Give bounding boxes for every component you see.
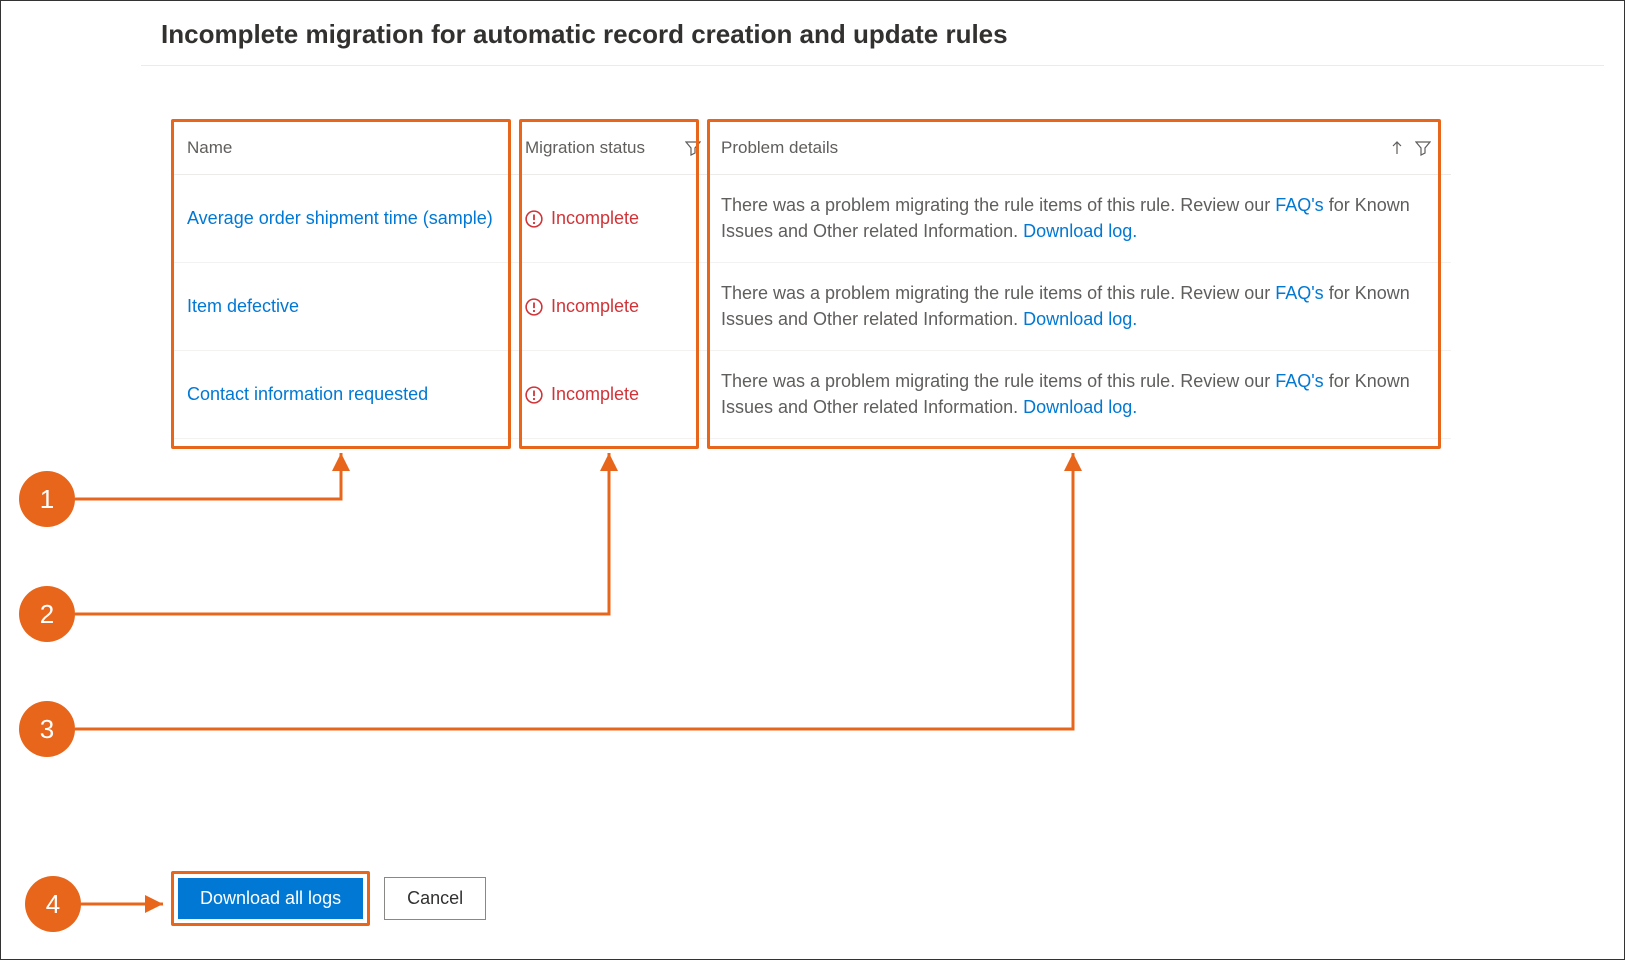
download-log-link[interactable]: Download log.: [1023, 221, 1137, 241]
table-header: Name Migration status Problem details: [171, 121, 1451, 175]
faq-link[interactable]: FAQ's: [1275, 195, 1323, 215]
sort-up-icon[interactable]: [1389, 140, 1405, 156]
rule-name-link[interactable]: Contact information requested: [187, 384, 428, 405]
status-text: Incomplete: [551, 384, 639, 405]
col-header-name[interactable]: Name: [187, 138, 232, 158]
detail-text: There was a problem migrating the rule i…: [721, 195, 1275, 215]
faq-link[interactable]: FAQ's: [1275, 371, 1323, 391]
callout-badge-3: 3: [19, 701, 75, 757]
detail-text: There was a problem migrating the rule i…: [721, 371, 1275, 391]
table-row: Item defective Incomplete There was a pr…: [171, 263, 1451, 351]
callout-badge-4: 4: [25, 876, 81, 932]
download-log-link[interactable]: Download log.: [1023, 309, 1137, 329]
rule-name-link[interactable]: Item defective: [187, 296, 299, 317]
migration-table: Name Migration status Problem details Av…: [171, 121, 1451, 439]
rule-name-link[interactable]: Average order shipment time (sample): [187, 208, 493, 229]
status-text: Incomplete: [551, 296, 639, 317]
col-header-details[interactable]: Problem details: [721, 138, 838, 158]
table-row: Contact information requested Incomplete…: [171, 351, 1451, 439]
page-title: Incomplete migration for automatic recor…: [161, 19, 1008, 50]
filter-icon[interactable]: [1415, 140, 1431, 156]
filter-icon[interactable]: [685, 140, 701, 156]
table-row: Average order shipment time (sample) Inc…: [171, 175, 1451, 263]
problem-detail: There was a problem migrating the rule i…: [721, 369, 1431, 419]
download-log-link[interactable]: Download log.: [1023, 397, 1137, 417]
callout-badge-1: 1: [19, 471, 75, 527]
error-icon: [525, 386, 543, 404]
detail-text: There was a problem migrating the rule i…: [721, 283, 1275, 303]
problem-detail: There was a problem migrating the rule i…: [721, 281, 1431, 331]
col-header-status[interactable]: Migration status: [525, 138, 645, 158]
callout-box-4: Download all logs: [171, 871, 370, 926]
status-text: Incomplete: [551, 208, 639, 229]
divider: [141, 65, 1604, 66]
dialog-footer: Download all logs Cancel: [171, 871, 486, 926]
faq-link[interactable]: FAQ's: [1275, 283, 1323, 303]
error-icon: [525, 298, 543, 316]
error-icon: [525, 210, 543, 228]
download-all-logs-button[interactable]: Download all logs: [178, 878, 363, 919]
cancel-button[interactable]: Cancel: [384, 877, 486, 920]
callout-badge-2: 2: [19, 586, 75, 642]
problem-detail: There was a problem migrating the rule i…: [721, 193, 1431, 243]
